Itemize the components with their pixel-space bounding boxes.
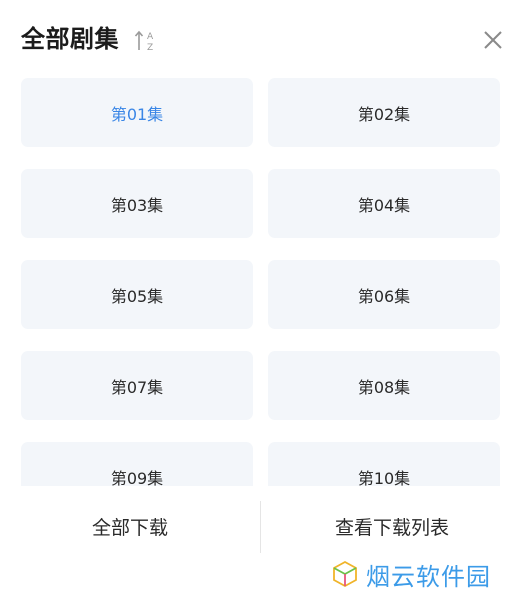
episode-grid: 第01集 第02集 第03集 第04集 第05集 第06集 第07集 第08集 … [21,78,501,486]
episode-item-09[interactable]: 第09集 [21,442,253,486]
episode-item-06[interactable]: 第06集 [268,260,500,329]
sort-letter-a: A [147,32,154,42]
episode-item-10[interactable]: 第10集 [268,442,500,486]
episode-item-04[interactable]: 第04集 [268,169,500,238]
sort-a-z-icon: A Z [134,30,154,53]
watermark-text: 烟云软件园 [366,562,491,591]
close-button[interactable] [478,25,508,55]
panel-footer: 全部下载 查看下载列表 [0,486,522,564]
panel-header: 全部剧集 A Z [0,0,522,78]
episode-item-01[interactable]: 第01集 [21,78,253,147]
view-download-list-button[interactable]: 查看下载列表 [262,506,522,546]
episode-item-08[interactable]: 第08集 [268,351,500,420]
sort-button[interactable]: A Z [133,28,161,54]
episode-item-07[interactable]: 第07集 [21,351,253,420]
episode-panel: 全部剧集 A Z 第01集 第02集 第03集 第04集 第05集 第06集 第… [0,0,522,600]
episode-item-05[interactable]: 第05集 [21,260,253,329]
download-all-button[interactable]: 全部下载 [0,506,260,546]
sort-letter-z: Z [147,43,153,53]
footer-divider [260,501,261,553]
close-icon [484,31,502,49]
episode-item-03[interactable]: 第03集 [21,169,253,238]
cube-logo-icon [333,560,357,588]
episode-item-02[interactable]: 第02集 [268,78,500,147]
watermark: 烟云软件园 [330,556,491,592]
episode-list[interactable]: 第01集 第02集 第03集 第04集 第05集 第06集 第07集 第08集 … [0,78,522,486]
panel-title: 全部剧集 [21,25,119,53]
